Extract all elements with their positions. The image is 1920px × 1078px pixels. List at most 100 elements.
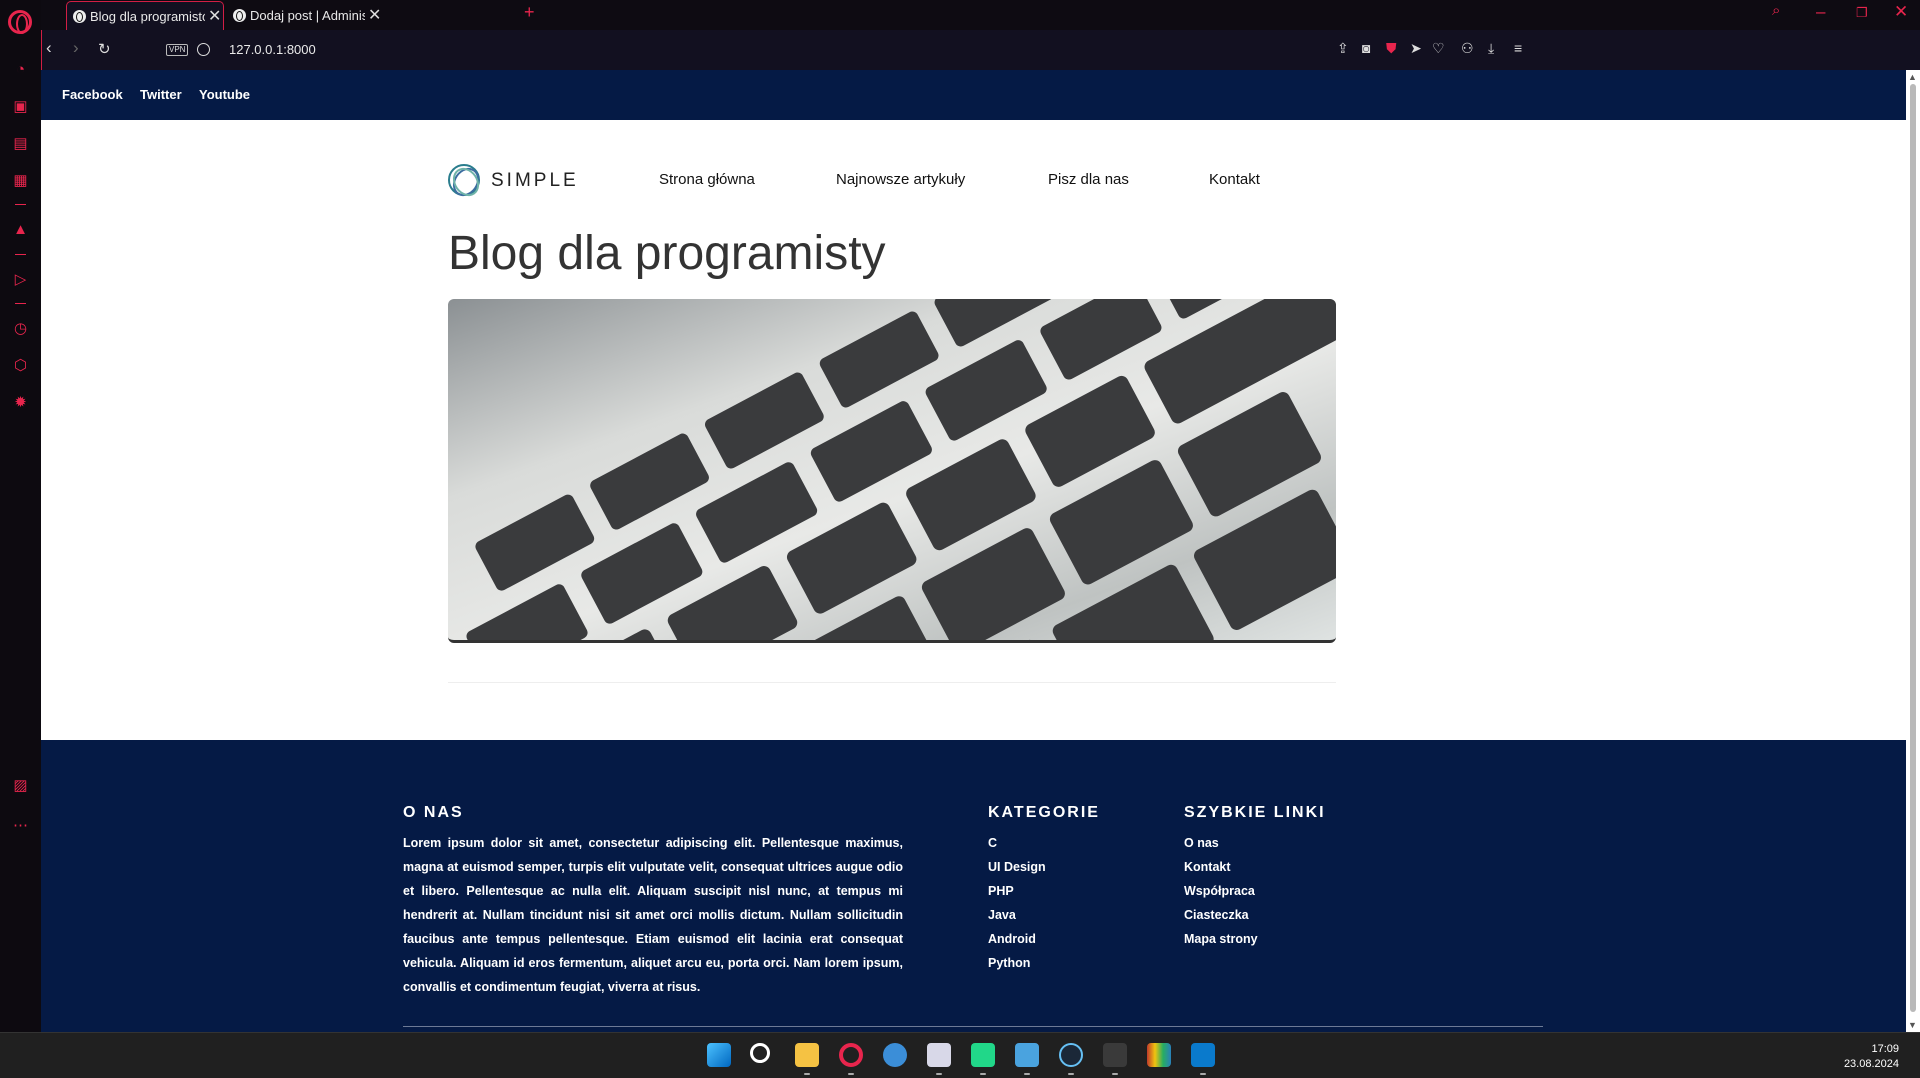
twitch-icon[interactable]: ▤ xyxy=(11,134,30,153)
content-divider xyxy=(448,682,1336,683)
file-explorer-icon[interactable] xyxy=(795,1043,819,1067)
scroll-down-arrow-icon[interactable]: ▼ xyxy=(1908,1020,1917,1030)
steam-icon[interactable] xyxy=(1059,1043,1083,1067)
category-link[interactable]: PHP xyxy=(988,879,1046,903)
category-link[interactable]: C xyxy=(988,831,1046,855)
snapshot-camera-icon[interactable]: ◙ xyxy=(1362,40,1370,56)
adblock-shield-icon[interactable]: ⛊ xyxy=(1386,40,1397,57)
footer: O NAS Lorem ipsum dolor sit amet, consec… xyxy=(41,740,1906,1032)
running-indicator xyxy=(848,1073,854,1075)
share-icon[interactable]: ⇪ xyxy=(1337,40,1349,57)
system-clock[interactable]: 17:09 23.08.2024 xyxy=(1844,1042,1899,1072)
page-viewport: Facebook Twitter Youtube SIMPLE Strona g… xyxy=(41,70,1906,1032)
footer-categories-list: C UI Design PHP Java Android Python xyxy=(988,831,1046,975)
reload-icon[interactable]: ↻ xyxy=(98,40,111,58)
aria-ai-icon[interactable]: ▲ xyxy=(11,220,30,239)
youtube-link[interactable]: Youtube xyxy=(199,87,250,102)
close-tab-icon[interactable]: ✕ xyxy=(368,1,381,30)
app-circle-icon[interactable] xyxy=(883,1043,907,1067)
opera-logo-icon[interactable] xyxy=(8,10,32,34)
footer-quick-links-title: SZYBKIE LINKI xyxy=(1184,804,1326,821)
page-scrollbar[interactable]: ▲ ▼ xyxy=(1906,70,1920,1032)
running-indicator xyxy=(1068,1073,1074,1075)
restore-window-icon[interactable]: ❐ xyxy=(1856,5,1868,21)
speed-dial-icon[interactable]: ◔ xyxy=(11,60,30,79)
sidebar-separator xyxy=(15,254,26,255)
new-tab-plus-icon[interactable]: + xyxy=(524,2,535,23)
tab-blog[interactable]: Blog dla programistów ✕ xyxy=(66,1,224,30)
pycharm-icon[interactable] xyxy=(971,1043,995,1067)
settings-gear-icon[interactable]: ✹ xyxy=(11,393,30,412)
opera-taskbar-icon[interactable] xyxy=(839,1043,863,1067)
quick-link[interactable]: O nas xyxy=(1184,831,1258,855)
nav-home[interactable]: Strona główna xyxy=(659,171,755,188)
running-indicator xyxy=(1200,1073,1206,1075)
simple-logo-icon[interactable] xyxy=(448,164,480,196)
quick-link[interactable]: Kontakt xyxy=(1184,855,1258,879)
footer-about-text: Lorem ipsum dolor sit amet, consectetur … xyxy=(403,836,903,994)
easy-setup-menu-icon[interactable]: ≡ xyxy=(1514,40,1522,56)
nav-write-for-us[interactable]: Pisz dla nas xyxy=(1048,171,1129,188)
calendar-icon[interactable]: ▦ xyxy=(11,171,30,190)
globe-icon xyxy=(233,9,246,22)
search-tabs-icon[interactable]: ⌕ xyxy=(1772,2,1780,19)
brand-name[interactable]: SIMPLE xyxy=(491,170,579,192)
close-tab-icon[interactable]: ✕ xyxy=(208,2,221,31)
category-link[interactable]: Python xyxy=(988,951,1046,975)
site-info-globe-icon[interactable] xyxy=(197,43,210,56)
sidebar-separator xyxy=(15,204,26,205)
globe-icon xyxy=(73,10,86,23)
running-indicator xyxy=(1112,1073,1118,1075)
profile-icon[interactable]: ⚇ xyxy=(1461,40,1474,57)
download-icon[interactable]: ⤓ xyxy=(1488,40,1494,57)
terminal-icon[interactable] xyxy=(1103,1043,1127,1067)
forward-arrow-icon[interactable]: › xyxy=(73,38,79,58)
shopping-bag-icon[interactable]: ▣ xyxy=(11,97,30,116)
browser-window: ◔ ▣ ▤ ▦ ▲ ▷ ◷ ⬡ ✹ ▨ ⋯ Blog dla programis… xyxy=(0,0,1920,1032)
close-window-icon[interactable]: ✕ xyxy=(1894,2,1908,22)
footer-categories-title: KATEGORIE xyxy=(988,804,1100,821)
clock-time: 17:09 xyxy=(1871,1043,1899,1055)
extensions-cube-icon[interactable]: ⬡ xyxy=(11,356,30,375)
address-bar: ‹ › ↻ VPN 127.0.0.1:8000 ⇪ ◙ ⛊ ➤ ♡ ⚇ ⤓ ≡ xyxy=(41,30,1920,70)
winrar-icon[interactable] xyxy=(1147,1043,1171,1067)
quick-link[interactable]: Ciasteczka xyxy=(1184,903,1258,927)
vscode-icon[interactable] xyxy=(1191,1043,1215,1067)
running-indicator xyxy=(1024,1073,1030,1075)
history-icon[interactable]: ◷ xyxy=(11,319,30,338)
notepad-icon[interactable] xyxy=(1015,1043,1039,1067)
facebook-link[interactable]: Facebook xyxy=(62,87,123,102)
image-gallery-icon[interactable]: ▨ xyxy=(11,776,30,795)
running-indicator xyxy=(980,1073,986,1075)
category-link[interactable]: UI Design xyxy=(988,855,1046,879)
social-topbar: Facebook Twitter Youtube xyxy=(41,70,1906,120)
scroll-up-arrow-icon[interactable]: ▲ xyxy=(1908,72,1917,82)
back-arrow-icon[interactable]: ‹ xyxy=(46,38,52,58)
tab-admin[interactable]: Dodaj post | Administracja ✕ xyxy=(227,1,385,30)
url-field[interactable]: 127.0.0.1:8000 xyxy=(229,42,316,57)
nav-latest-articles[interactable]: Najnowsze artykuły xyxy=(836,171,965,188)
tab-title: Blog dla programistów xyxy=(90,9,205,24)
nav-contact[interactable]: Kontakt xyxy=(1209,171,1260,188)
minimize-icon[interactable]: – xyxy=(1816,2,1825,22)
tab-strip: Blog dla programistów ✕ Dodaj post | Adm… xyxy=(41,0,1920,30)
vpn-badge[interactable]: VPN xyxy=(166,44,189,56)
category-link[interactable]: Android xyxy=(988,927,1046,951)
start-windows-icon[interactable] xyxy=(707,1043,731,1067)
clock-date: 23.08.2024 xyxy=(1843,1058,1899,1070)
running-indicator xyxy=(936,1073,942,1075)
bookmark-heart-icon[interactable]: ♡ xyxy=(1432,40,1445,57)
sidebar-separator xyxy=(15,303,26,304)
player-icon[interactable]: ▷ xyxy=(11,270,30,289)
send-icon[interactable]: ➤ xyxy=(1410,40,1422,57)
twitter-link[interactable]: Twitter xyxy=(140,87,182,102)
category-link[interactable]: Java xyxy=(988,903,1046,927)
snipping-tool-icon[interactable] xyxy=(927,1043,951,1067)
running-indicator xyxy=(804,1073,810,1075)
quick-link[interactable]: Mapa strony xyxy=(1184,927,1258,951)
footer-about-title: O NAS xyxy=(403,804,464,821)
scrollbar-thumb[interactable] xyxy=(1910,84,1916,1012)
search-icon[interactable] xyxy=(750,1043,770,1063)
quick-link[interactable]: Współpraca xyxy=(1184,879,1258,903)
more-options-icon[interactable]: ⋯ xyxy=(11,816,30,835)
